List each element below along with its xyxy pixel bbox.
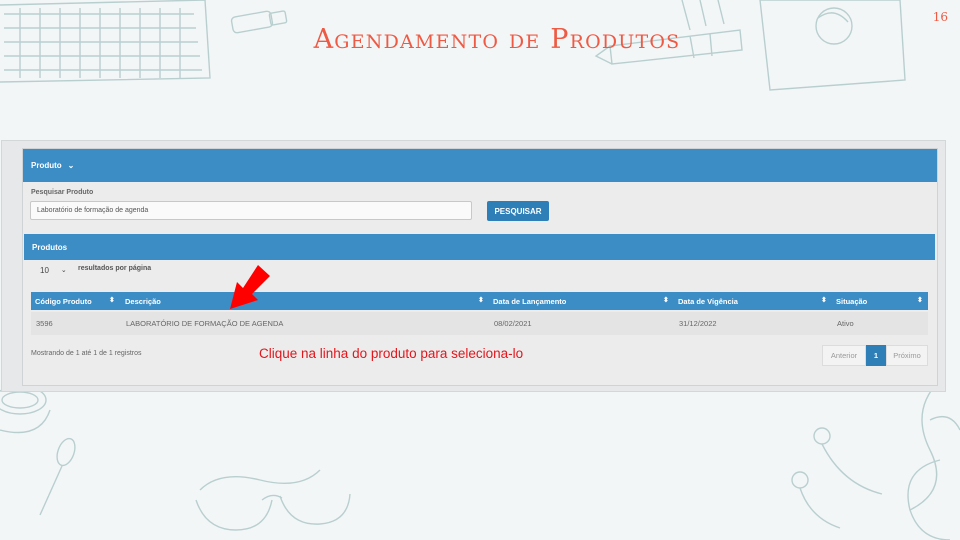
table-row[interactable]: 3596 LABORATÓRIO DE FORMAÇÃO DE AGENDA 0… <box>31 312 928 335</box>
sort-icon[interactable]: ⬍ <box>478 296 484 304</box>
cell-status: Ativo <box>837 319 854 328</box>
section-header-label: Produto <box>31 161 62 170</box>
sort-icon[interactable]: ⬍ <box>109 296 115 304</box>
cell-description: LABORATÓRIO DE FORMAÇÃO DE AGENDA <box>126 319 284 328</box>
page-size-select[interactable]: 10 ⌄ <box>32 262 74 278</box>
sort-icon[interactable]: ⬍ <box>917 296 923 304</box>
page-size-value: 10 <box>40 265 49 275</box>
red-arrow-icon <box>230 265 270 309</box>
next-page-button[interactable]: Próximo <box>886 345 928 366</box>
column-header-code[interactable]: Código Produto <box>31 292 121 310</box>
sort-icon[interactable]: ⬍ <box>821 296 827 304</box>
cell-validity-date: 31/12/2022 <box>679 319 717 328</box>
results-header-label: Produtos <box>32 242 68 252</box>
chevron-down-icon: ⌄ <box>60 267 67 274</box>
records-info: Mostrando de 1 até 1 de 1 registros <box>31 350 142 357</box>
table-header: Código Produto ⬍ Descrição ⬍ Data de Lan… <box>31 292 928 310</box>
search-button[interactable]: PESQUISAR <box>487 201 549 221</box>
column-header-validity-date[interactable]: Data de Vigência <box>674 292 832 310</box>
cell-code: 3596 <box>36 319 53 328</box>
current-page-button[interactable]: 1 <box>866 345 886 366</box>
slide-title: Agendamento de Produtos <box>313 24 681 55</box>
cell-launch-date: 08/02/2021 <box>494 319 532 328</box>
results-header: Produtos <box>24 234 935 260</box>
slide-number: 16 <box>932 10 948 24</box>
product-section-header[interactable]: Produto ⌄ <box>23 149 937 182</box>
chevron-down-icon: ⌄ <box>67 161 75 170</box>
previous-page-button[interactable]: Anterior <box>822 345 866 366</box>
earphones-doodle <box>791 379 960 540</box>
search-label: Pesquisar Produto <box>31 189 94 196</box>
page-size-label: resultados por página <box>78 265 152 272</box>
search-input[interactable]: Laboratório de formação de agenda <box>30 201 472 220</box>
column-header-description[interactable]: Descrição <box>121 292 491 310</box>
column-header-launch-date[interactable]: Data de Lançamento <box>489 292 674 310</box>
coffee-cup-doodle <box>0 385 51 434</box>
glasses-doodle <box>195 469 351 531</box>
instruction-hint: Clique na linha do produto para selecion… <box>259 346 524 361</box>
spoon-doodle <box>39 437 76 516</box>
column-header-status[interactable]: Situação <box>832 292 928 310</box>
sort-icon[interactable]: ⬍ <box>663 296 669 304</box>
